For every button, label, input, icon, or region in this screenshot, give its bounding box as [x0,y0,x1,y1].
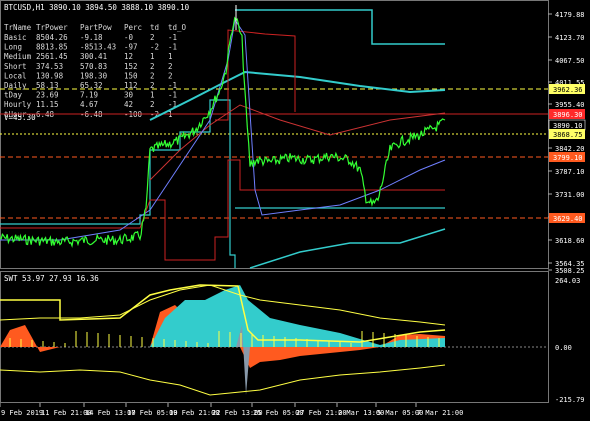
stats-cell: 1 [168,52,173,61]
price-tick-label: 3955.40 [555,101,585,109]
stats-cell: -1 [168,43,177,52]
price-badge: 3799.10 [549,152,585,162]
price-badge-label: 3890.10 [553,122,583,130]
symbol-header: BTCUSD,H1 3890.10 3894.50 3888.10 3890.1… [4,3,190,12]
stats-cell: -0 [124,33,134,42]
stats-table-row: Hourly 11.15 4.67 42 2 -1 [4,100,177,109]
time-tick-label: 11 Feb 21:00 [41,409,92,417]
stats-cell: 8504.26 [36,33,68,42]
stats-cell: tDay [4,91,23,100]
stats-table-row: Medium 2561.45 300.41 12 1 1 [4,52,173,61]
stats-cell: 11.15 [36,100,59,109]
price-badge-label: 3799.10 [553,154,583,162]
price-badge: 3868.75 [549,129,585,139]
stats-cell: -8513.43 [80,43,116,52]
stats-cell: 2 [150,62,155,71]
stats-cell: 42 [124,100,133,109]
time-tick-label: 7 Mar 21:00 [417,409,463,417]
indicator-tick-label: 264.03 [555,277,580,285]
price-tick-label: 4123.70 [555,34,585,42]
stats-cell: Basic [4,33,27,42]
indicator-axis: 264.03 0.00 -215.79 [555,277,585,404]
stats-cell: 7.19 [80,91,98,100]
price-badge: 3962.36 [549,84,585,94]
price-tick-label: 4067.50 [555,57,585,65]
stats-cell: -1 [168,33,177,42]
stats-cell: 2561.45 [36,52,68,61]
price-badge-label: 3896.30 [553,111,583,119]
cyan-trend-bottom [249,228,446,269]
stats-table-row: tDay 23.69 7.19 30 1 -1 [4,91,177,100]
stats-table: TrName TrPower PartPow Perc td td_O Basic 8504.… [4,23,187,119]
chart-canvas[interactable]: BTCUSD,H1 3890.10 3894.50 3888.10 3890.1… [0,0,590,421]
stats-cell: 2 [168,71,173,80]
stats-cell: Daily [4,81,27,90]
stats-cell: 130.98 [36,71,64,80]
stats-cell: Hourly [4,100,32,109]
stats-cell: 2 [150,100,155,109]
stats-cell: Long [4,43,22,52]
stats-header-cell: PartPow [80,23,112,32]
stats-header-cell: Perc [124,23,142,32]
price-tick-label: 3508.25 [555,267,585,275]
cyan-step-upper [235,9,445,45]
stats-table-row: Basic 8504.26 -9.18 -0 2 -1 [4,33,177,42]
stats-cell: -2 [150,43,159,52]
time-axis: 9 Feb 201911 Feb 21:0014 Feb 13:0017 Feb… [0,403,463,417]
price-badge: 3890.10 [548,119,586,131]
stats-header-cell: td [150,23,159,32]
stats-header-cell: td_O [168,23,187,32]
stats-cell: 570.83 [80,62,107,71]
swt-indicator [0,284,548,396]
indicator-tick-label: -215.79 [555,396,585,404]
stats-table-row: Long 8813.85 -8513.43 -97 -2 -1 [4,43,177,52]
red-step-lower [0,159,445,261]
stats-cell: 30 [124,91,134,100]
stats-cell: 198.30 [80,71,108,80]
price-badge-label: 3962.36 [553,86,583,94]
trading-chart-window[interactable]: BTCUSD,H1 3890.10 3894.50 3888.10 3890.1… [0,0,590,421]
stats-cell: 2 [150,71,155,80]
stats-cell: 23.69 [36,91,59,100]
price-tick-label: 3731.00 [555,191,585,199]
indicator-header: SWT 53.97 27.93 16.36 [4,274,99,283]
stats-cell: 2 [168,62,173,71]
stats-table-row: Short 374.53 570.83 152 2 2 [4,62,173,71]
stats-cell: 374.53 [36,62,63,71]
stats-cell: 12 [124,52,133,61]
stats-cell: -97 [124,43,138,52]
stats-cell: 1 [150,52,155,61]
price-tick-label: 3787.10 [555,168,585,176]
stats-cell: Medium [4,52,32,61]
cyan-ma-long [149,70,446,121]
stats-cell: 152 [124,62,138,71]
indicator-tick-label: 0.00 [555,344,572,352]
stats-cell: 1 [150,91,155,100]
stats-cell: 2 [150,33,155,42]
time-tick-label: 9 Feb 2019 [1,409,43,417]
stats-cell: 8813.85 [36,43,68,52]
price-tick-label: 3618.60 [555,237,585,245]
stats-cell: Local [4,71,27,80]
stats-cell: 4.67 [80,100,98,109]
stats-cell: 150 [124,71,138,80]
stats-cell: -1 [168,91,177,100]
stats-table-header: TrName TrPower PartPow Perc td td_O [4,23,187,32]
price-axis: 4179.884123.704067.504011.553955.403842.… [548,11,585,275]
stats-header-cell: TrPower [36,23,68,32]
stats-table-row: Local 130.98 198.30 150 2 2 [4,71,173,80]
price-tick-label: 3842.20 [555,145,585,153]
stats-cell: -9.18 [80,33,103,42]
stats-cell: 300.41 [80,52,107,61]
price-badge: 3896.30 [549,109,585,119]
yellow-envelope-lower [0,364,446,396]
price-tick-label: 4179.88 [555,11,585,19]
stats-header-cell: TrName [4,23,32,32]
price-badge: 3629.40 [549,213,585,223]
stats-cell: Short [4,62,27,71]
stats-cell: 58.13 [36,81,59,90]
price-badge-label: 3868.75 [553,131,583,139]
price-badge-label: 3629.40 [553,215,583,223]
